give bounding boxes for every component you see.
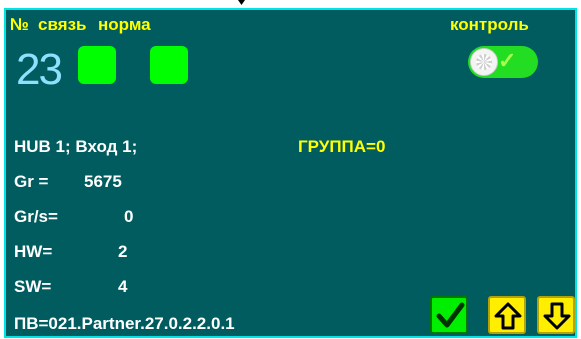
toggle-check-icon: ✓ bbox=[498, 48, 517, 73]
gr-value: 5675 bbox=[84, 172, 122, 191]
sw-label: SW= bbox=[14, 277, 52, 296]
arrow-down-icon bbox=[543, 302, 571, 330]
norm-label: норма bbox=[98, 15, 151, 34]
link-indicator bbox=[78, 46, 116, 84]
confirm-button[interactable] bbox=[430, 296, 468, 334]
control-label: контроль bbox=[450, 15, 529, 34]
hw-value: 2 bbox=[118, 242, 128, 261]
number-label: № bbox=[10, 15, 29, 34]
control-toggle[interactable]: ✓ bbox=[468, 46, 538, 78]
group-line: ГРУППА=0 bbox=[298, 137, 386, 156]
norm-indicator bbox=[150, 46, 188, 84]
top-strip bbox=[0, 0, 581, 8]
hub-input-line: HUB 1; Вход 1; bbox=[14, 137, 138, 156]
scroll-up-button[interactable] bbox=[488, 296, 526, 334]
device-panel: № связь норма контроль 23 ✓ HUB 1; Вход … bbox=[4, 8, 577, 338]
gr-label: Gr = bbox=[14, 172, 49, 191]
grs-label: Gr/s= bbox=[14, 207, 58, 226]
grs-value: 0 bbox=[124, 207, 134, 226]
hw-label: HW= bbox=[14, 242, 53, 261]
scroll-down-button[interactable] bbox=[537, 296, 575, 334]
arrow-up-icon bbox=[494, 302, 522, 330]
sw-value: 4 bbox=[118, 277, 128, 296]
firmware-version: ПВ=021.Partner.27.0.2.2.0.1 bbox=[14, 314, 235, 333]
device-number: 23 bbox=[16, 45, 63, 94]
link-label: связь bbox=[38, 15, 87, 34]
toggle-knob-icon bbox=[470, 48, 498, 76]
check-icon bbox=[436, 302, 465, 328]
